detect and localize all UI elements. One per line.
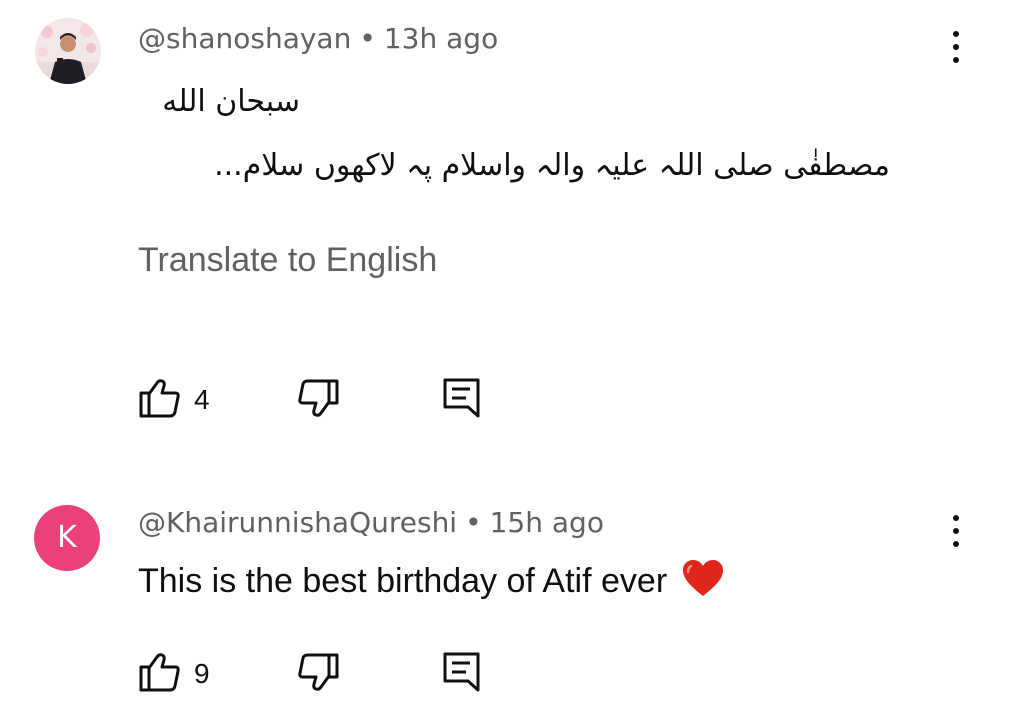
comment-text: This is the best birthday of Atif ever (138, 558, 725, 601)
author-handle[interactable]: @KhairunnishaQureshi (138, 506, 457, 539)
dislike-button[interactable] (296, 650, 340, 698)
thumbs-down-icon (298, 653, 339, 691)
comment-text-content: This is the best birthday of Atif ever (138, 562, 668, 600)
more-vert-icon[interactable] (944, 515, 968, 555)
comment-reply-icon (443, 652, 480, 692)
thumbs-up-icon (139, 653, 180, 692)
avatar[interactable]: K (34, 505, 100, 571)
comment-reply-icon (443, 378, 480, 418)
thumbs-up-icon (139, 379, 180, 418)
comment-text-line: سبحان الله (162, 84, 300, 119)
author-handle[interactable]: @shanoshayan (138, 22, 351, 55)
dislike-button[interactable] (296, 376, 340, 424)
comment-item: K @KhairunnishaQureshi • 15h ago This is t… (0, 470, 1024, 719)
red-heart-icon (682, 560, 723, 596)
more-vert-icon[interactable] (944, 31, 968, 71)
like-count: 9 (194, 658, 210, 689)
comment-time: 15h ago (489, 506, 604, 539)
comment-time: 13h ago (383, 22, 499, 55)
meta-separator: • (359, 22, 376, 55)
like-button[interactable] (138, 376, 182, 424)
avatar-letter: K (57, 520, 77, 555)
like-button[interactable] (138, 650, 182, 698)
meta-separator: • (465, 506, 482, 539)
comment-meta: @shanoshayan • 13h ago (138, 22, 498, 55)
translate-button[interactable]: Translate to English (138, 241, 437, 280)
comment-item: @shanoshayan • 13h ago سبحان الله مصطفٰی ص… (0, 0, 1024, 470)
comment-actions: 4 (0, 376, 1024, 426)
user-photo-icon (35, 18, 101, 84)
comment-text-line: مصطفٰی صلی اللہ علیہ والہ واسلام پہ لاکھ… (214, 148, 890, 183)
reply-button[interactable] (440, 650, 484, 698)
thumbs-down-icon (298, 379, 339, 417)
avatar[interactable] (35, 18, 101, 84)
comment-actions: 9 (0, 650, 1024, 700)
reply-button[interactable] (440, 376, 484, 424)
comment-meta: @KhairunnishaQureshi • 15h ago (138, 506, 604, 539)
like-count: 4 (194, 384, 210, 415)
